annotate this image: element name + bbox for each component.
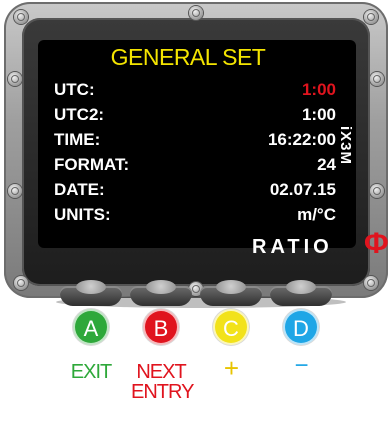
button-a-badge: A [73,309,109,345]
model-label: iX3M [337,126,354,166]
hardware-button-d[interactable] [270,280,332,306]
screw-icon [370,72,384,86]
button-a-label: EXIT [70,361,112,383]
dive-computer: GENERAL SET UTC: 1:00 UTC2: 1:00 TIME: 1… [4,2,389,298]
setting-row-format[interactable]: FORMAT: 24 [54,155,336,180]
setting-label: UNITS: [54,205,111,224]
brand-logo: RATIO [252,236,333,258]
device-screen: GENERAL SET UTC: 1:00 UTC2: 1:00 TIME: 1… [38,40,389,259]
screw-icon [364,10,378,24]
setting-label: UTC2: [54,105,105,124]
button-b-label-line2: ENTRY [131,381,194,403]
screw-icon [370,184,384,198]
setting-value-selected: 1:00 [301,80,336,99]
button-c-label: + [223,353,239,383]
button-d-badge: D [283,309,319,345]
setting-value: 02.07.15 [269,180,336,199]
screw-icon [14,10,28,24]
setting-value: 16:22:00 [267,130,336,149]
setting-value: m/°C [297,205,336,224]
setting-row-time[interactable]: TIME: 16:22:00 [54,130,336,155]
setting-row-units[interactable]: UNITS: m/°C [54,205,336,230]
setting-row-utc[interactable]: UTC: 1:00 [54,80,336,105]
button-d-label: − [294,352,308,379]
brand-phi-icon: Φ [364,227,389,260]
screw-icon [189,6,203,20]
screw-icon [364,276,378,290]
settings-list: UTC: 1:00 UTC2: 1:00 TIME: 16:22:00 FORM… [54,80,336,230]
setting-row-utc2[interactable]: UTC2: 1:00 [54,105,336,130]
screen-title: GENERAL SET [110,44,266,70]
setting-label: TIME: [54,130,101,149]
setting-label: DATE: [54,180,105,199]
setting-label: FORMAT: [54,155,130,174]
screw-icon [8,184,22,198]
setting-row-date[interactable]: DATE: 02.07.15 [54,180,336,205]
button-c-badge: C [213,309,249,345]
hardware-button-b[interactable] [130,280,192,306]
hardware-button-a[interactable] [60,280,122,306]
button-b-label-line1: NEXT [136,361,186,383]
button-b-badge: B [143,309,179,345]
screw-icon [14,276,28,290]
screw-icon [8,72,22,86]
setting-label: UTC: [54,80,95,99]
setting-value: 1:00 [301,105,336,124]
hardware-button-c[interactable] [200,280,262,306]
